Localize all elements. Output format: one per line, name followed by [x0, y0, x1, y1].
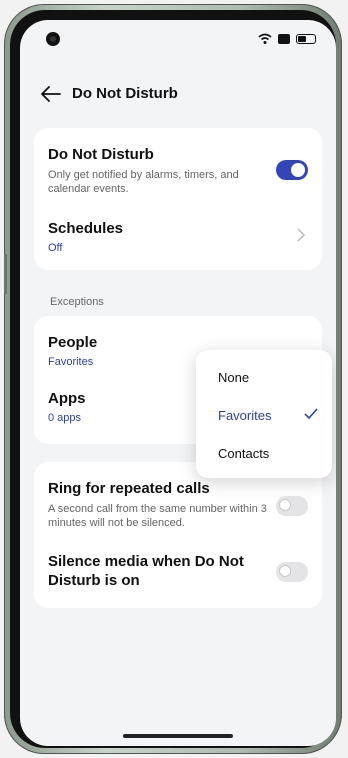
- status-icons: [258, 33, 316, 45]
- sim-icon: [278, 34, 290, 44]
- schedules-title: Schedules: [48, 220, 124, 237]
- option-contacts[interactable]: Contacts: [218, 446, 269, 461]
- status-bar: [20, 30, 336, 52]
- people-title: People: [48, 334, 98, 351]
- dnd-card: Do Not Disturb Only get notified by alar…: [34, 128, 322, 270]
- page-title: Do Not Disturb: [72, 85, 178, 102]
- wifi-icon: [258, 33, 272, 44]
- home-indicator[interactable]: [123, 734, 233, 738]
- dnd-toggle[interactable]: [276, 160, 308, 180]
- option-none[interactable]: None: [218, 370, 249, 385]
- ring-repeated-description: A second call from the same number withi…: [48, 503, 267, 529]
- check-icon: [304, 408, 318, 420]
- dnd-title: Do Not Disturb: [48, 146, 154, 163]
- back-arrow-icon[interactable]: [40, 84, 62, 104]
- schedules-row[interactable]: Schedules Off: [34, 212, 322, 262]
- calls-card: Ring for repeated calls A second call fr…: [34, 462, 322, 608]
- chevron-right-icon: [297, 228, 306, 242]
- schedules-value: Off: [48, 242, 63, 254]
- screen: Do Not Disturb Do Not Disturb Only get n…: [20, 20, 336, 746]
- phone-frame: Do Not Disturb Do Not Disturb Only get n…: [4, 4, 342, 754]
- app-bar: Do Not Disturb: [20, 80, 336, 110]
- people-value: Favorites: [48, 356, 94, 368]
- silence-media-title: Silence media when Do Not Disturb is on: [48, 553, 244, 589]
- ring-repeated-title: Ring for repeated calls: [48, 480, 210, 497]
- battery-icon: [296, 34, 316, 44]
- people-options-menu: None Favorites Contacts: [196, 350, 332, 478]
- apps-title: Apps: [48, 390, 86, 407]
- silence-media-toggle[interactable]: [276, 562, 308, 582]
- exceptions-label: Exceptions: [50, 296, 104, 308]
- side-button: [4, 254, 7, 294]
- dnd-description: Only get notified by alarms, timers, and…: [48, 169, 239, 195]
- option-favorites[interactable]: Favorites: [218, 408, 271, 423]
- camera-cutout: [46, 32, 60, 46]
- apps-value: 0 apps: [48, 412, 82, 424]
- ring-repeated-toggle[interactable]: [276, 496, 308, 516]
